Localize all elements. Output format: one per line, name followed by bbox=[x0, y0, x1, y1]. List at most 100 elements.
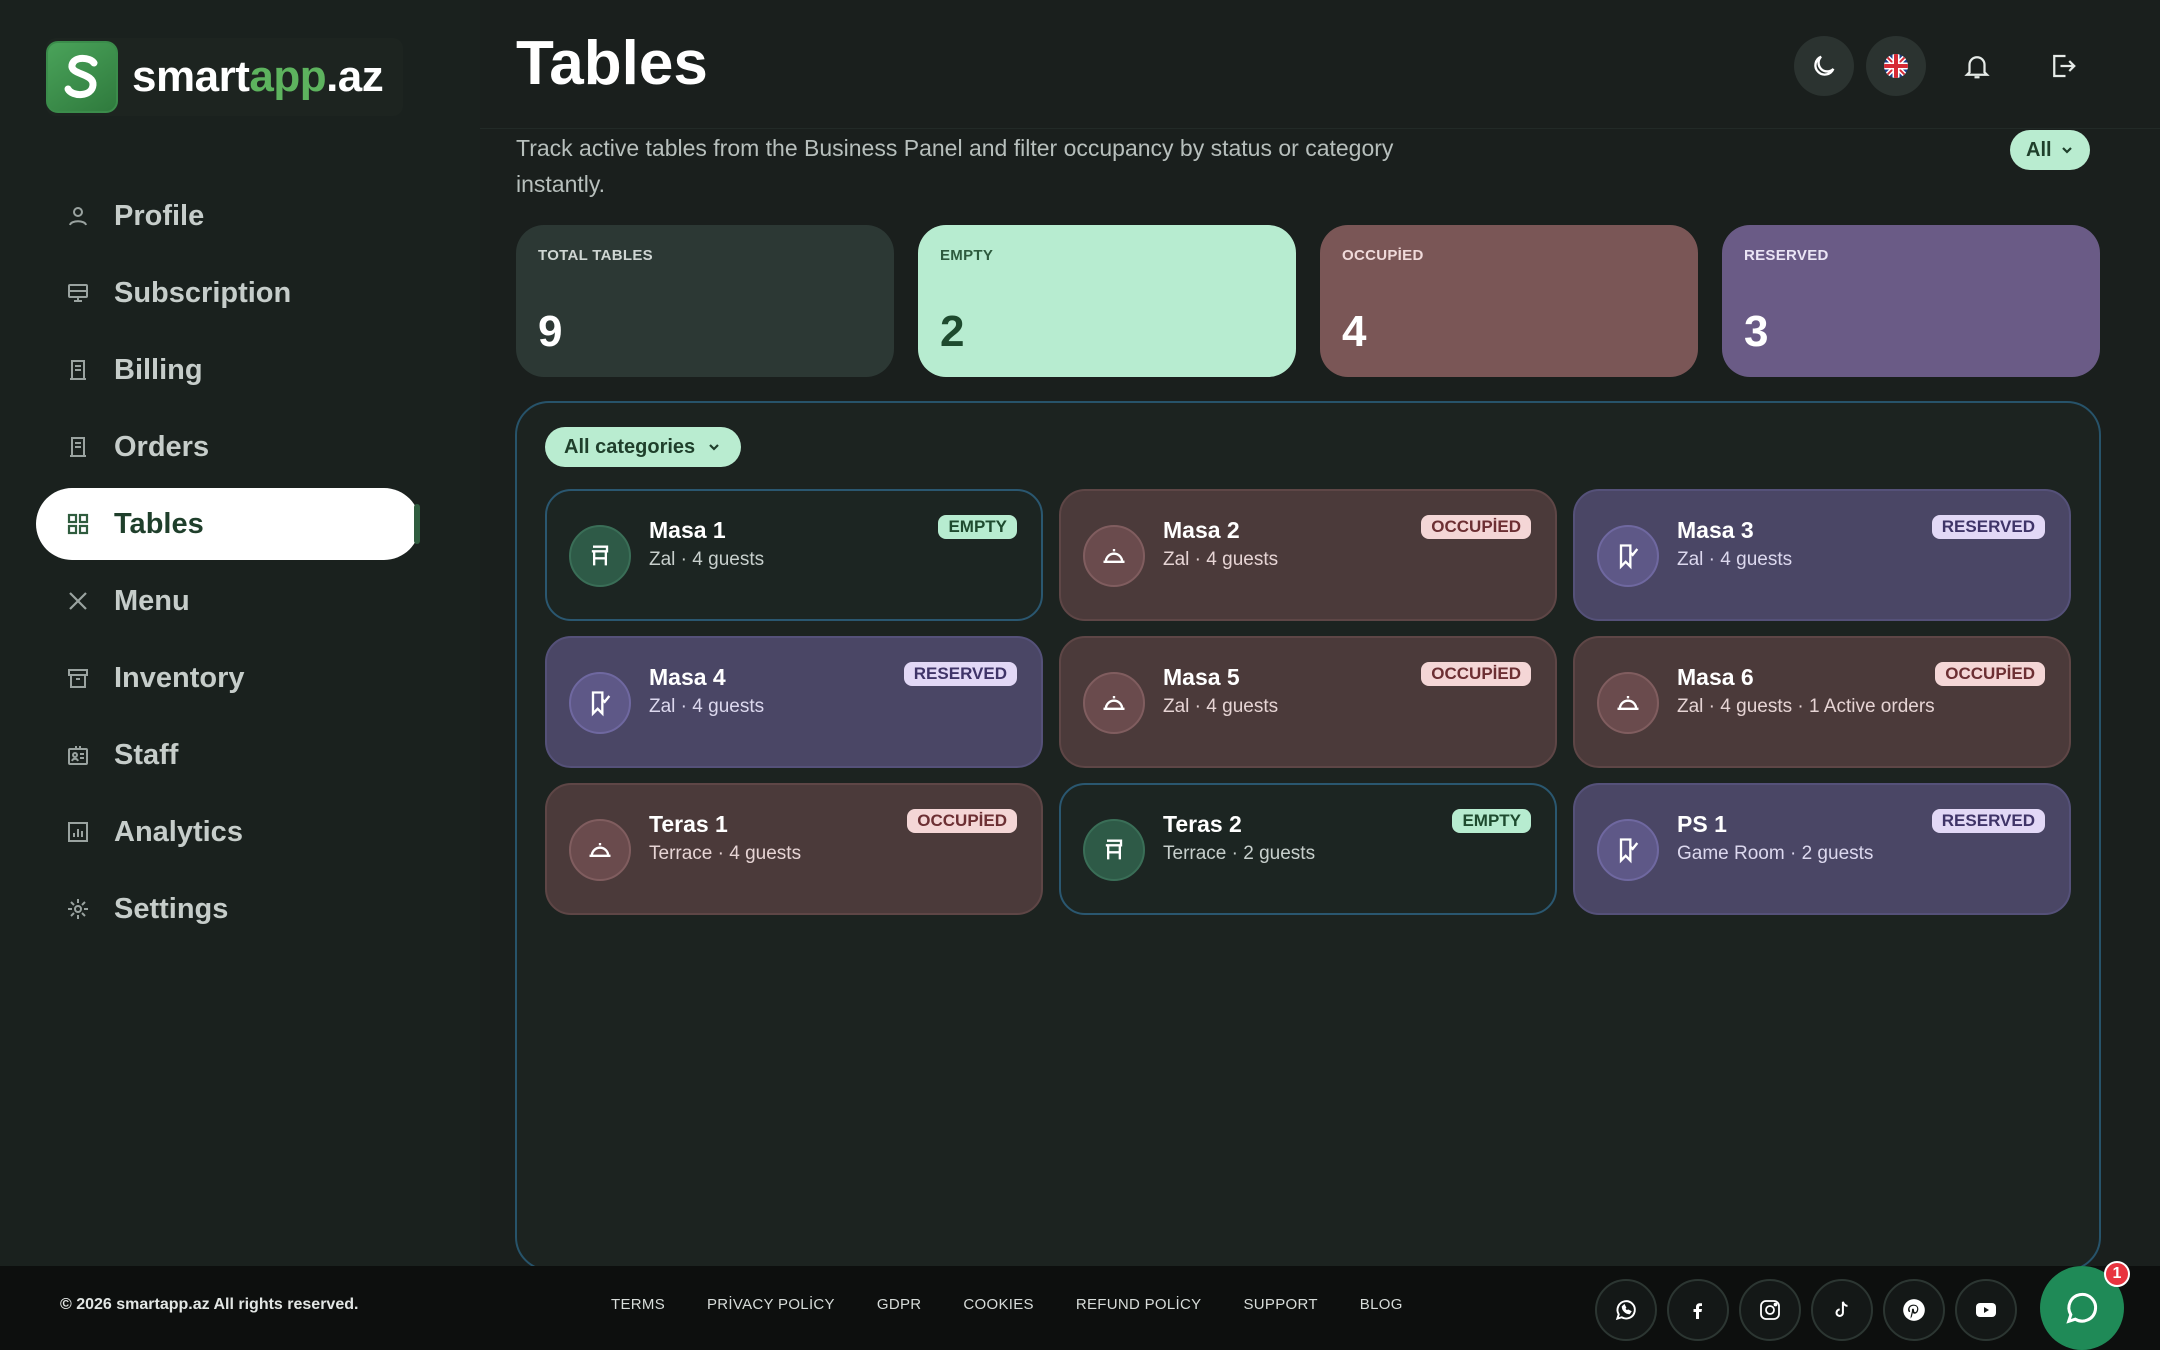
sidebar-item-settings[interactable]: Settings bbox=[36, 873, 420, 945]
status-badge: OCCUPİED bbox=[1935, 662, 2045, 686]
brand-logo[interactable]: smartapp.az bbox=[46, 38, 404, 116]
notifications-button[interactable] bbox=[1947, 36, 2007, 96]
footer-link-terms[interactable]: TERMS bbox=[611, 1296, 665, 1313]
sidebar-item-label: Orders bbox=[114, 430, 210, 463]
table-card[interactable]: Teras 2 Terrace · 2 guests EMPTY bbox=[1059, 783, 1557, 915]
sidebar-item-label: Menu bbox=[114, 584, 190, 617]
stat-card-occupied[interactable]: OCCUPİED 4 bbox=[1320, 225, 1698, 377]
sidebar-item-orders[interactable]: Orders bbox=[36, 411, 420, 483]
status-badge: EMPTY bbox=[1452, 809, 1531, 833]
chevron-down-icon bbox=[709, 444, 719, 451]
page-title: Tables bbox=[516, 29, 708, 98]
table-name: Teras 1 bbox=[649, 811, 728, 837]
tiktok-button[interactable] bbox=[1811, 1279, 1873, 1341]
cloche-icon bbox=[1597, 672, 1659, 734]
pinterest-button[interactable] bbox=[1883, 1279, 1945, 1341]
sidebar-item-analytics[interactable]: Analytics bbox=[36, 796, 420, 868]
chart-icon bbox=[66, 820, 90, 844]
user-icon bbox=[66, 204, 90, 228]
sidebar-item-label: Staff bbox=[114, 738, 179, 771]
sidebar-item-label: Subscription bbox=[114, 276, 292, 309]
table-card[interactable]: Masa 6 Zal · 4 guests · 1 Active orders … bbox=[1573, 636, 2071, 768]
sidebar-item-staff[interactable]: Staff bbox=[36, 719, 420, 791]
status-badge: RESERVED bbox=[1931, 809, 2045, 833]
table-meta: Terrace · 4 guests bbox=[649, 843, 802, 864]
sidebar-item-subscription[interactable]: Subscription bbox=[36, 257, 420, 329]
utensils-icon bbox=[66, 589, 90, 613]
sidebar-item-profile[interactable]: Profile bbox=[36, 180, 420, 252]
sidebar-item-tables[interactable]: Tables bbox=[36, 488, 420, 560]
sidebar-item-label: Billing bbox=[114, 353, 203, 386]
facebook-button[interactable] bbox=[1667, 1279, 1729, 1341]
whatsapp-button[interactable] bbox=[1595, 1279, 1657, 1341]
chat-bubble-icon bbox=[2066, 1293, 2097, 1324]
table-meta: Zal · 4 guests bbox=[649, 549, 765, 570]
stat-label: RESERVED bbox=[1744, 247, 1829, 264]
footer-link-refund[interactable]: REFUND POLİCY bbox=[1076, 1296, 1202, 1313]
category-filter-label: All categories bbox=[564, 435, 696, 458]
footer-link-blog[interactable]: BLOG bbox=[1360, 1296, 1403, 1313]
logout-button[interactable] bbox=[2033, 36, 2093, 96]
table-name: PS 1 bbox=[1677, 811, 1727, 837]
chevron-down-icon bbox=[2061, 147, 2072, 154]
instagram-button[interactable] bbox=[1739, 1279, 1801, 1341]
table-name: Masa 6 bbox=[1677, 664, 1754, 690]
table-name: Masa 1 bbox=[649, 517, 726, 543]
cloche-icon bbox=[1083, 672, 1145, 734]
table-card[interactable]: Masa 2 Zal · 4 guests OCCUPİED bbox=[1059, 489, 1557, 621]
sidebar-item-menu[interactable]: Menu bbox=[36, 565, 420, 637]
stat-card-empty[interactable]: EMPTY 2 bbox=[918, 225, 1296, 377]
theme-toggle-button[interactable] bbox=[1794, 36, 1854, 96]
table-name: Masa 4 bbox=[649, 664, 726, 690]
table-card[interactable]: Masa 5 Zal · 4 guests OCCUPİED bbox=[1059, 636, 1557, 768]
moon-icon bbox=[1814, 55, 1835, 76]
stat-label: TOTAL TABLES bbox=[538, 247, 653, 264]
status-badge: RESERVED bbox=[1931, 515, 2045, 539]
table-name: Masa 3 bbox=[1677, 517, 1754, 543]
status-filter-dropdown[interactable]: All bbox=[2010, 130, 2090, 170]
youtube-button[interactable] bbox=[1955, 1279, 2017, 1341]
stat-label: EMPTY bbox=[940, 247, 994, 264]
table-meta: Zal · 4 guests bbox=[1677, 549, 1793, 570]
sidebar-item-label: Analytics bbox=[114, 815, 243, 848]
copyright-text: © 2026 smartapp.az All rights reserved. bbox=[60, 1296, 359, 1313]
whatsapp-icon bbox=[1615, 1300, 1636, 1321]
instagram-icon bbox=[1760, 1300, 1780, 1320]
table-card[interactable]: PS 1 Game Room · 2 guests RESERVED bbox=[1573, 783, 2071, 915]
chat-notification-badge: 1 bbox=[2104, 1261, 2130, 1287]
table-card[interactable]: Masa 4 Zal · 4 guests RESERVED bbox=[545, 636, 1043, 768]
status-badge: RESERVED bbox=[903, 662, 1017, 686]
sidebar-nav: Profile Subscription Billing Orders Tabl… bbox=[36, 180, 420, 950]
archive-icon bbox=[66, 666, 90, 690]
brand-name: smartapp.az bbox=[132, 52, 384, 101]
gear-icon bbox=[66, 897, 90, 921]
status-badge: OCCUPİED bbox=[1421, 515, 1531, 539]
status-badge: OCCUPİED bbox=[907, 809, 1017, 833]
chair-icon bbox=[1083, 819, 1145, 881]
status-filter-label: All bbox=[2026, 138, 2052, 161]
language-button[interactable] bbox=[1866, 36, 1926, 96]
stat-label: OCCUPİED bbox=[1342, 247, 1424, 264]
footer-link-privacy[interactable]: PRİVACY POLİCY bbox=[707, 1296, 835, 1313]
header-divider bbox=[480, 128, 2160, 129]
sidebar-item-inventory[interactable]: Inventory bbox=[36, 642, 420, 714]
table-meta: Zal · 4 guests bbox=[1163, 696, 1279, 717]
table-name: Masa 2 bbox=[1163, 517, 1240, 543]
table-card[interactable]: Teras 1 Terrace · 4 guests OCCUPİED bbox=[545, 783, 1043, 915]
footer-link-support[interactable]: SUPPORT bbox=[1243, 1296, 1317, 1313]
table-card[interactable]: Masa 1 Zal · 4 guests EMPTY bbox=[545, 489, 1043, 621]
receipt-icon bbox=[66, 358, 90, 382]
sidebar: smartapp.az Profile Subscription Billing… bbox=[0, 0, 480, 1266]
category-filter-dropdown[interactable]: All categories bbox=[545, 427, 742, 467]
stat-card-total: TOTAL TABLES 9 bbox=[516, 225, 894, 377]
cloche-icon bbox=[1083, 525, 1145, 587]
bookmark-check-icon bbox=[569, 672, 631, 734]
stat-value: 9 bbox=[538, 307, 563, 356]
footer-link-cookies[interactable]: COOKIES bbox=[963, 1296, 1033, 1313]
footer-link-gdpr[interactable]: GDPR bbox=[877, 1296, 922, 1313]
table-name: Teras 2 bbox=[1163, 811, 1242, 837]
sidebar-item-billing[interactable]: Billing bbox=[36, 334, 420, 406]
stat-card-reserved[interactable]: RESERVED 3 bbox=[1722, 225, 2100, 377]
monitor-icon bbox=[66, 281, 90, 305]
table-card[interactable]: Masa 3 Zal · 4 guests RESERVED bbox=[1573, 489, 2071, 621]
